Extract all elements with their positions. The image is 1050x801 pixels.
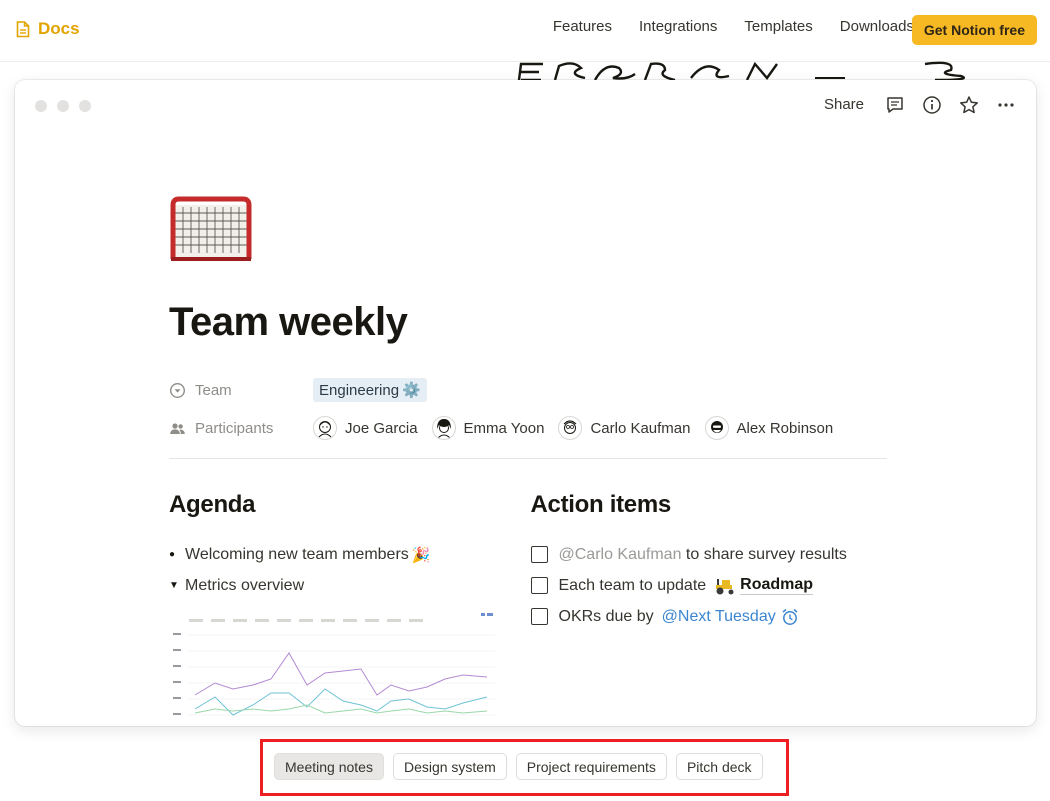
todo-text: OKRs due by [558, 607, 654, 625]
property-team: Team Engineering ⚙️ [169, 371, 889, 409]
page-actions: Share [824, 94, 1016, 115]
user-mention[interactable]: @Carlo Kaufman [559, 546, 682, 564]
participant[interactable]: Emma Yoon [431, 416, 545, 440]
tab-pitch-deck[interactable]: Pitch deck [675, 753, 763, 780]
nav-links: Features Integrations Templates Download… [553, 18, 914, 35]
todo-checkbox[interactable] [530, 608, 548, 625]
todo-item: @Carlo Kaufman to share survey results [530, 539, 890, 570]
property-participants-label: Participants [195, 419, 274, 437]
property-participants: Participants Joe Garcia Emma Yoon Carlo … [169, 409, 889, 447]
window-dot-close [35, 100, 47, 112]
get-notion-free-button[interactable]: Get Notion free [911, 15, 1037, 45]
participant-name: Joe Garcia [345, 419, 418, 437]
avatar [431, 416, 456, 440]
favorite-star-icon[interactable] [958, 94, 979, 115]
todo-checkbox[interactable] [530, 546, 548, 563]
top-navigation: Docs Features Integrations Templates Dow… [0, 0, 1050, 62]
action-items-list: @Carlo Kaufman to share survey results E… [530, 539, 890, 632]
action-items-heading[interactable]: Action items [531, 491, 890, 519]
metrics-chart-thumbnail [173, 613, 495, 716]
info-icon[interactable] [921, 94, 942, 115]
todo-item: Each team to update Roadmap [530, 570, 890, 601]
tractor-icon [716, 578, 734, 594]
tab-design-system[interactable]: Design system [392, 753, 507, 780]
todo-item: OKRs due by @Next Tuesday [530, 601, 890, 632]
nav-link-features[interactable]: Features [553, 18, 612, 35]
participant[interactable]: Carlo Kaufman [558, 416, 691, 440]
date-mention[interactable]: @Next Tuesday [662, 608, 776, 626]
agenda-heading[interactable]: Agenda [169, 491, 531, 519]
participants-list: Joe Garcia Emma Yoon Carlo Kaufman Alex … [313, 416, 833, 440]
party-popper-emoji: 🎉 [411, 546, 431, 564]
list-item[interactable]: ▼ Metrics overview [169, 570, 531, 601]
participant[interactable]: Joe Garcia [313, 416, 418, 440]
page-title[interactable]: Team weekly [169, 300, 889, 345]
todo-text: to share survey results [681, 545, 847, 563]
window-controls [35, 100, 91, 112]
action-items-column: Action items @Carlo Kaufman to share sur… [530, 491, 890, 726]
bullet-icon: ● [169, 549, 176, 560]
property-team-key: Team [169, 382, 313, 399]
roadmap-page-link[interactable]: Roadmap [740, 576, 814, 595]
window-dot-minimize [57, 100, 69, 112]
page-content: Team weekly Team Engineering ⚙️ Particip… [169, 195, 889, 726]
gear-emoji: ⚙️ [402, 382, 421, 399]
team-tag-label: Engineering [319, 381, 400, 399]
participant-name: Alex Robinson [736, 419, 834, 437]
avatar [704, 416, 729, 440]
nav-link-integrations[interactable]: Integrations [639, 18, 717, 35]
share-button[interactable]: Share [824, 96, 864, 113]
agenda-column: Agenda ● Welcoming new team members 🎉 ▼ … [169, 491, 531, 726]
template-preview-card: Share Team weekly Team Engineering ⚙️ Pa… [15, 80, 1036, 726]
hockey-goal-icon [170, 196, 252, 261]
todo-checkbox[interactable] [530, 577, 548, 594]
two-column-layout: Agenda ● Welcoming new team members 🎉 ▼ … [169, 491, 889, 726]
nav-link-templates[interactable]: Templates [744, 18, 812, 35]
property-team-label: Team [195, 381, 232, 399]
nav-link-downloads[interactable]: Downloads [840, 18, 914, 35]
avatar [313, 416, 337, 440]
alarm-clock-icon [782, 608, 798, 625]
agenda-list: ● Welcoming new team members 🎉 ▼ Metrics… [169, 539, 531, 601]
agenda-item-text: Metrics overview [185, 576, 305, 594]
participant[interactable]: Alex Robinson [704, 416, 834, 440]
todo-text: Each team to update [558, 576, 707, 594]
properties-divider [169, 458, 887, 459]
more-options-icon[interactable] [995, 94, 1016, 115]
participant-name: Emma Yoon [463, 419, 545, 437]
avatar [558, 416, 583, 440]
tab-project-requirements[interactable]: Project requirements [515, 753, 667, 780]
page-properties: Team Engineering ⚙️ Participants Joe Gar… [169, 371, 889, 447]
window-dot-maximize [79, 100, 91, 112]
comments-icon[interactable] [884, 94, 905, 115]
toggle-triangle-icon[interactable]: ▼ [169, 580, 185, 591]
list-item[interactable]: ● Welcoming new team members 🎉 [169, 539, 531, 570]
participant-name: Carlo Kaufman [590, 419, 691, 437]
select-property-icon [169, 382, 186, 398]
tab-meeting-notes[interactable]: Meeting notes [274, 753, 384, 780]
docs-brand[interactable]: Docs [16, 19, 80, 39]
team-tag[interactable]: Engineering ⚙️ [313, 378, 427, 402]
brand-label: Docs [38, 19, 80, 38]
template-tabs: Meeting notes Design system Project requ… [274, 753, 763, 780]
people-icon [170, 422, 185, 434]
agenda-item-text: Welcoming new team members [185, 545, 409, 563]
document-icon [16, 20, 30, 37]
property-participants-key: Participants [169, 420, 313, 437]
